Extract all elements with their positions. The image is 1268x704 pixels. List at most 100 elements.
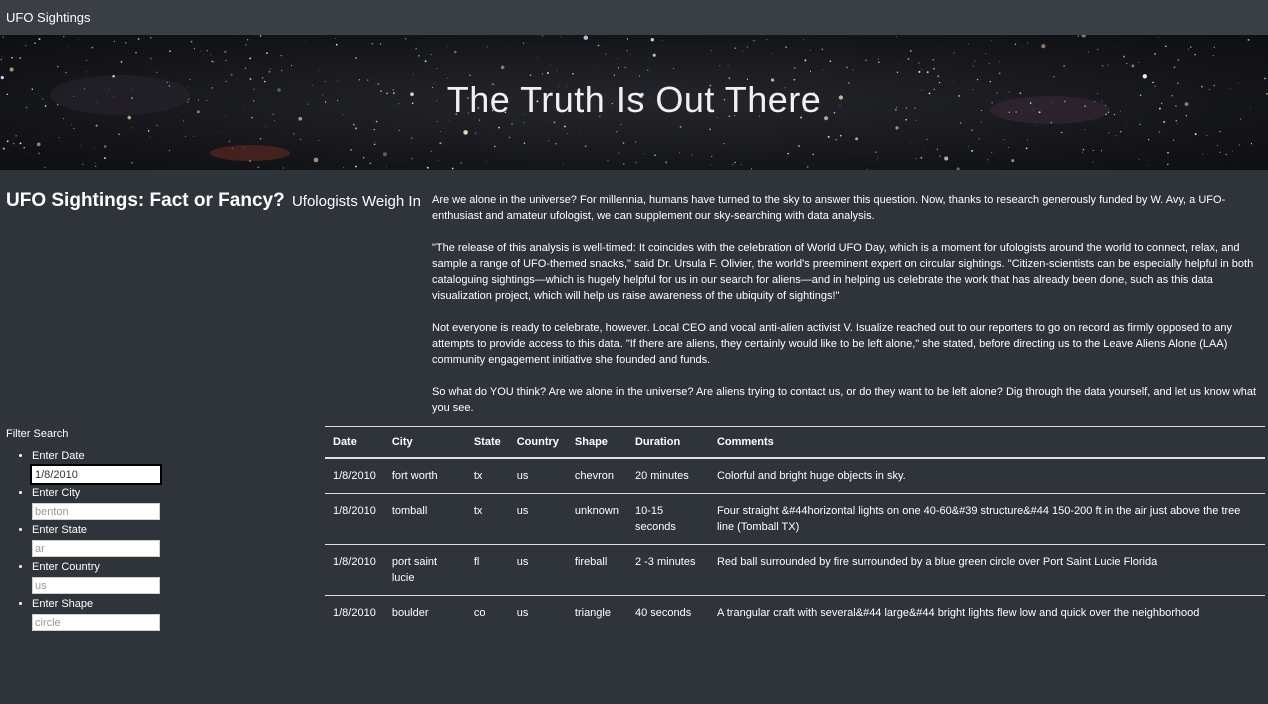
star-shape [124, 41, 127, 44]
star-shape [58, 137, 60, 139]
star-shape [77, 38, 79, 40]
star-shape [1216, 144, 1218, 146]
star-shape [382, 152, 387, 157]
star-shape [652, 53, 656, 57]
star-shape [616, 131, 618, 133]
star-shape [971, 149, 974, 152]
star-shape [643, 153, 645, 155]
filter-title: Filter Search [6, 428, 69, 440]
cell-state: tx [465, 458, 509, 494]
filter-item-city: Enter City [32, 487, 206, 520]
star-shape [282, 167, 284, 169]
star-shape [1206, 134, 1208, 137]
star-shape [454, 50, 457, 54]
star-shape [1238, 144, 1241, 146]
star-shape [926, 138, 928, 141]
star-shape [1125, 124, 1127, 126]
star-shape [418, 54, 420, 57]
star-shape [511, 122, 513, 125]
star-shape [79, 145, 81, 147]
star-shape [626, 38, 629, 40]
table-row: 1/8/2010 boulder co us triangle 40 secon… [325, 596, 1265, 631]
star-shape [1126, 63, 1128, 65]
star-shape [85, 71, 87, 73]
star-shape [266, 52, 268, 54]
star-shape [1219, 151, 1221, 153]
state-input[interactable] [32, 540, 160, 557]
star-shape [26, 154, 28, 155]
star-shape [875, 151, 877, 153]
country-input[interactable] [32, 577, 160, 594]
star-shape [987, 159, 989, 161]
star-shape [335, 43, 338, 46]
date-input[interactable] [30, 464, 162, 485]
star-shape [617, 67, 619, 69]
star-shape [1027, 42, 1028, 44]
star-shape [553, 121, 556, 124]
star-shape [1163, 121, 1166, 123]
star-shape [910, 141, 912, 143]
cell-shape: unknown [566, 493, 627, 545]
star-shape [804, 59, 807, 62]
cell-date: 1/8/2010 [325, 458, 384, 494]
star-shape [1027, 139, 1029, 141]
star-shape [2, 147, 5, 150]
star-shape [932, 59, 934, 61]
star-shape [563, 125, 566, 128]
star-shape [822, 69, 823, 71]
main-content: UFO Sightings: Fact or Fancy? Ufologists… [0, 170, 1268, 704]
star-shape [753, 39, 756, 42]
star-shape [6, 140, 9, 143]
navbar-brand[interactable]: UFO Sightings [6, 10, 91, 25]
star-shape [405, 38, 407, 40]
shape-input[interactable] [32, 614, 160, 631]
star-shape [280, 69, 283, 72]
star-shape [426, 166, 429, 169]
star-shape [169, 50, 171, 52]
star-shape [827, 135, 830, 138]
star-shape [1237, 164, 1239, 166]
star-shape [193, 136, 195, 137]
star-shape [821, 48, 824, 51]
star-shape [1082, 148, 1085, 151]
cell-city: tomball [383, 493, 466, 545]
star-shape [1212, 55, 1214, 57]
cell-country: us [508, 458, 567, 494]
star-shape [86, 59, 88, 61]
star-shape [36, 142, 41, 147]
filter-list: Enter Date Enter City Enter State Enter … [6, 450, 206, 631]
star-shape [63, 36, 65, 38]
star-shape [967, 146, 969, 147]
cell-date: 1/8/2010 [325, 544, 384, 596]
star-shape [598, 65, 600, 67]
city-input[interactable] [32, 503, 160, 520]
star-shape [156, 124, 158, 127]
star-shape [1190, 46, 1192, 48]
star-shape [1225, 154, 1227, 156]
star-shape [1219, 131, 1221, 133]
cell-duration: 20 minutes [626, 458, 709, 494]
star-shape [149, 136, 151, 138]
star-shape [567, 132, 569, 135]
cell-comments: A trangular craft with several&#44 large… [716, 607, 1200, 619]
star-shape [244, 146, 245, 148]
star-shape [463, 130, 468, 135]
star-shape [732, 163, 734, 166]
star-shape [597, 44, 600, 47]
star-shape [635, 161, 637, 164]
star-shape [230, 73, 233, 76]
star-shape [839, 134, 842, 137]
star-shape [937, 75, 940, 78]
star-shape [1123, 55, 1125, 58]
star-shape [852, 69, 854, 71]
star-shape [71, 124, 73, 126]
star-shape [786, 158, 787, 160]
filter-item-date: Enter Date [30, 450, 206, 485]
star-shape [618, 152, 620, 154]
star-shape [15, 134, 18, 137]
star-shape [193, 48, 195, 50]
star-shape [440, 131, 442, 132]
star-shape [245, 44, 247, 46]
star-shape [1172, 139, 1175, 141]
star-shape [350, 149, 352, 151]
